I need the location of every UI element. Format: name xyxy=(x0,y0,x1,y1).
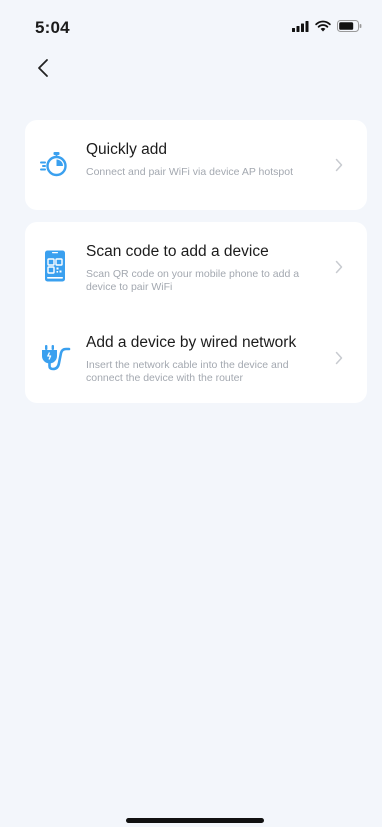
chevron-right-icon xyxy=(333,156,345,174)
home-indicator[interactable] xyxy=(126,818,264,823)
chevron-right-icon xyxy=(333,258,345,276)
back-button[interactable] xyxy=(28,55,58,85)
wired-plug-icon xyxy=(37,339,73,375)
wifi-icon xyxy=(315,19,331,37)
chevron-left-icon xyxy=(37,58,49,83)
quick-add-card: Quickly add Connect and pair WiFi via de… xyxy=(25,120,367,210)
wired-network-item[interactable]: Add a device by wired network Insert the… xyxy=(25,313,367,403)
quickly-add-item[interactable]: Quickly add Connect and pair WiFi via de… xyxy=(25,120,367,210)
quickly-add-description: Connect and pair WiFi via device AP hots… xyxy=(86,166,294,178)
wired-network-description: Insert the network cable into the device… xyxy=(86,359,289,384)
scan-code-description: Scan QR code on your mobile phone to add… xyxy=(86,268,300,293)
status-icons xyxy=(292,19,362,37)
other-methods-card: Scan code to add a device Scan QR code o… xyxy=(25,222,367,403)
battery-icon xyxy=(337,19,362,37)
signal-icon xyxy=(292,19,309,37)
chevron-right-icon xyxy=(333,349,345,367)
quickly-add-title: Quickly add xyxy=(86,141,167,158)
status-bar: 5:04 xyxy=(0,0,382,52)
stopwatch-icon xyxy=(37,146,73,182)
wired-network-title: Add a device by wired network xyxy=(86,334,297,351)
qr-code-icon xyxy=(37,248,73,284)
scan-code-item[interactable]: Scan code to add a device Scan QR code o… xyxy=(25,222,367,312)
scan-code-title: Scan code to add a device xyxy=(86,243,269,260)
status-time: 5:04 xyxy=(35,18,70,37)
